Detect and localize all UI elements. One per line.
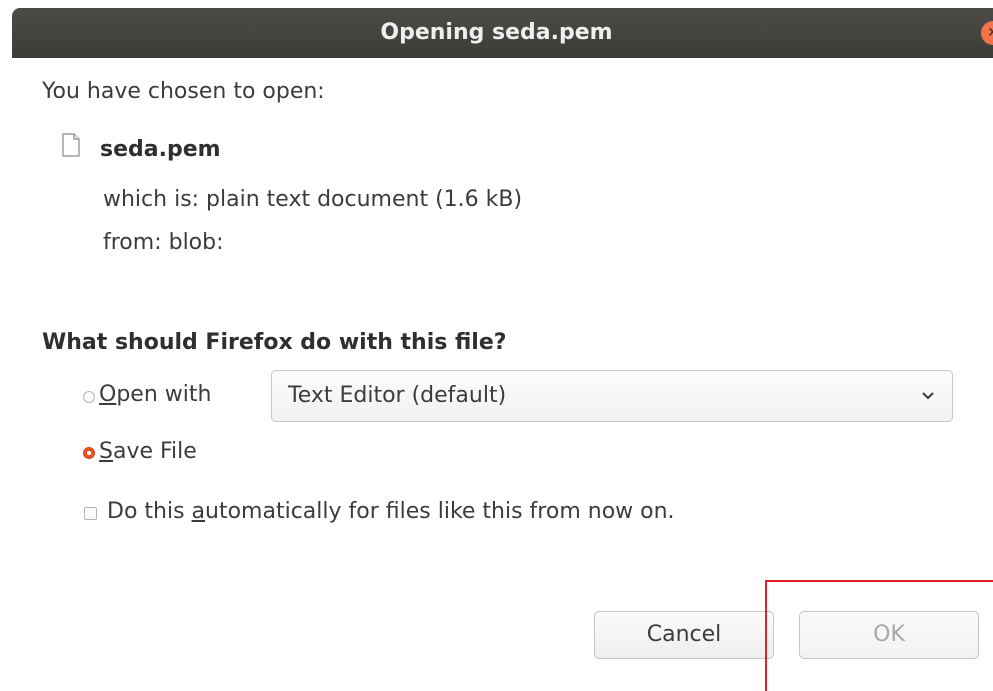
file-type-info: which is: plain text document (1.6 kB) (103, 187, 523, 212)
auto-label-pre: Do this (107, 499, 192, 524)
file-name: seda.pem (100, 137, 221, 162)
selected-app: Text Editor (default) (288, 383, 507, 408)
open-with-app-select[interactable]: Text Editor (default) (271, 370, 953, 422)
auto-label-mnemonic: a (191, 499, 206, 524)
save-file-mnemonic: S (99, 439, 113, 464)
ok-button[interactable]: OK (799, 611, 979, 659)
file-source-info: from: blob: (103, 230, 224, 255)
title-bar: Opening seda.pem × (12, 8, 993, 58)
auto-checkbox[interactable] (84, 507, 97, 520)
window-title: Opening seda.pem (380, 20, 613, 45)
chosen-label: You have chosen to open: (42, 79, 325, 104)
open-with-radio[interactable] (83, 391, 95, 403)
text-file-icon (62, 133, 80, 157)
auto-checkbox-label[interactable]: Do this automatically for files like thi… (107, 499, 675, 524)
open-with-mnemonic: O (99, 382, 117, 407)
save-file-label[interactable]: Save File (99, 439, 197, 464)
open-with-label-rest: pen with (116, 382, 212, 407)
cancel-button[interactable]: Cancel (594, 611, 774, 659)
action-question: What should Firefox do with this file? (42, 330, 507, 355)
save-file-label-rest: ave File (112, 439, 197, 464)
auto-label-post: utomatically for files like this from no… (205, 499, 675, 524)
chevron-down-icon (922, 392, 934, 400)
save-file-radio[interactable] (83, 447, 95, 459)
open-with-label[interactable]: Open with (99, 382, 211, 407)
